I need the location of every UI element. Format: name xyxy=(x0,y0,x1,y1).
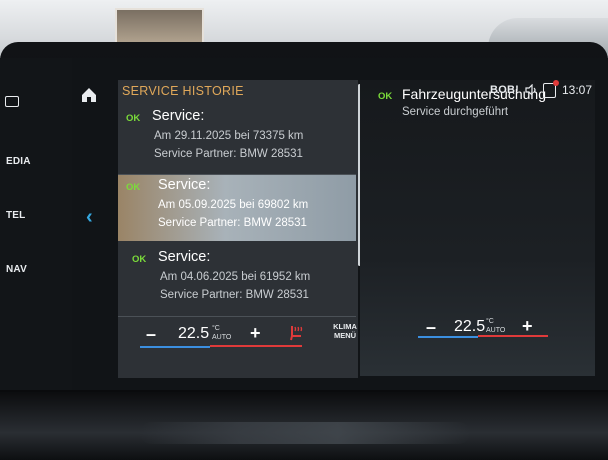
entry-date-km: Am 29.11.2025 bei 73375 km xyxy=(154,130,304,142)
divider xyxy=(118,316,356,317)
left-auto-label: AUTO xyxy=(212,334,232,341)
right-auto-label: AUTO xyxy=(486,327,506,334)
speaker-icon xyxy=(525,84,536,96)
ok-badge: OK xyxy=(132,254,147,265)
right-temperature: 22.5 xyxy=(454,318,486,335)
left-temp-plus-button[interactable]: + xyxy=(250,323,261,344)
klima-menu-button[interactable]: KLIMA MENÜ xyxy=(330,322,360,340)
notification-icon[interactable] xyxy=(542,79,559,98)
right-temp-minus-button[interactable]: – xyxy=(426,317,436,338)
dashboard-glare xyxy=(140,422,470,444)
right-temp-plus-button[interactable]: + xyxy=(522,316,533,337)
right-temp-indicator-blue xyxy=(418,336,478,338)
left-temp-indicator-red xyxy=(210,345,302,347)
detail-status: Service durchgeführt xyxy=(402,106,509,118)
media-shortcut-icon[interactable] xyxy=(5,96,19,107)
climate-bar: – 22.5 °C AUTO + KLIMA MENÜ – 22.5 °C AU… xyxy=(118,316,608,360)
home-icon[interactable] xyxy=(80,86,98,104)
entry-partner: Service Partner: BMW 28531 xyxy=(160,289,309,301)
entry-heading: Service: xyxy=(152,108,205,124)
klima-menu-line1: KLIMA xyxy=(333,322,357,331)
dashboard-trim xyxy=(0,392,608,460)
left-menu-rail: EDIA TEL NAV xyxy=(0,58,72,390)
idrive-screen: EDIA TEL NAV ‹ SERVICE HISTORIE OK Servi… xyxy=(0,58,608,390)
ok-badge: OK xyxy=(126,113,141,124)
list-item-selected[interactable]: OK Service: Am 05.09.2025 bei 69802 km S… xyxy=(118,175,356,241)
driver-profile[interactable]: BOB! xyxy=(490,84,519,96)
clock: 13:07 xyxy=(561,83,592,97)
entry-date-km: Am 04.06.2025 bei 61952 km xyxy=(160,271,311,283)
right-temp-unit: °C xyxy=(486,318,494,325)
status-bar: BOB! 13:07 xyxy=(490,79,592,98)
list-item[interactable]: OK Service: Am 04.06.2025 bei 61952 km S… xyxy=(118,247,356,313)
entry-date-km: Am 05.09.2025 bei 69802 km xyxy=(158,199,309,211)
klima-menu-line2: MENÜ xyxy=(333,331,357,340)
left-temp-minus-button[interactable]: – xyxy=(146,324,156,345)
rail-item-tel[interactable]: TEL xyxy=(6,210,26,221)
entry-heading: Service: xyxy=(158,249,211,265)
entry-partner: Service Partner: BMW 28531 xyxy=(154,148,303,160)
chevron-left-icon[interactable]: ‹ xyxy=(86,206,93,229)
left-temperature: 22.5 xyxy=(178,325,210,342)
page-title: SERVICE HISTORIE xyxy=(122,84,244,98)
ok-badge: OK xyxy=(126,182,141,193)
rail-item-media[interactable]: EDIA xyxy=(6,156,31,167)
left-temp-indicator-blue xyxy=(140,346,210,348)
right-temp-indicator-red xyxy=(478,335,548,337)
entry-heading: Service: xyxy=(158,177,211,193)
left-temp-unit: °C xyxy=(212,325,220,332)
ok-badge: OK xyxy=(378,91,393,102)
list-item[interactable]: OK Service: Am 29.11.2025 bei 73375 km S… xyxy=(118,106,356,172)
rail-item-nav[interactable]: NAV xyxy=(6,264,27,275)
seat-heating-icon[interactable] xyxy=(288,324,304,342)
entry-partner: Service Partner: BMW 28531 xyxy=(158,217,307,229)
